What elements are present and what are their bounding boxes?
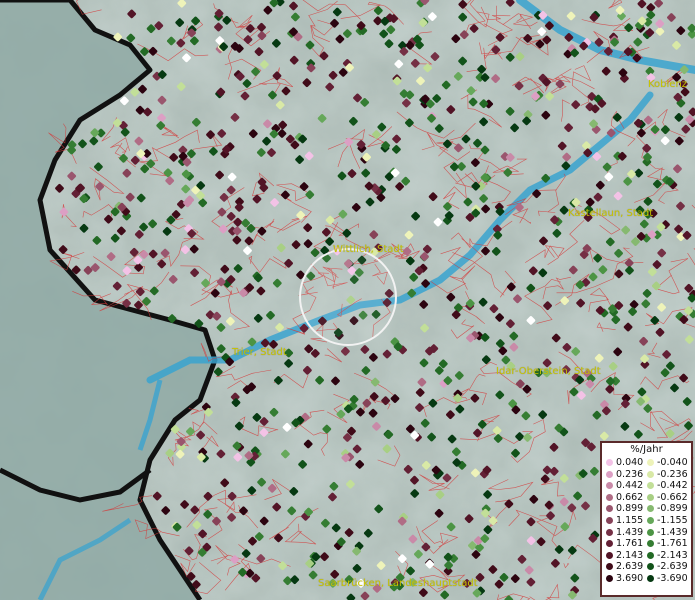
legend-row: 1.761 -1.761 — [602, 538, 691, 550]
legend-swatch-positive — [606, 574, 613, 582]
legend-swatch-positive — [606, 493, 613, 501]
legend-swatch-negative — [647, 528, 654, 536]
legend-row: 0.236 -0.236 — [602, 469, 691, 481]
legend-swatch-positive — [606, 563, 613, 571]
legend-swatch-positive — [606, 540, 613, 548]
legend-value-positive: 0.899 — [616, 503, 644, 515]
legend-value-negative: -0.662 — [657, 491, 688, 503]
city-label-idar-oberstein: Idar-Oberstein, Stadt — [496, 366, 601, 377]
legend-value-positive: 0.040 — [616, 457, 644, 468]
legend-value-negative: -0.236 — [657, 468, 688, 480]
legend-value-negative: -3.690 — [657, 572, 688, 584]
legend-swatch-negative — [647, 540, 654, 548]
legend-swatch-negative — [647, 482, 654, 490]
legend-value-positive: 2.143 — [616, 549, 644, 561]
legend-swatch-positive — [606, 505, 613, 513]
legend-swatch-positive — [606, 528, 613, 536]
legend-swatch-positive — [606, 516, 613, 524]
legend-swatch-negative — [647, 563, 654, 571]
city-label-kastellaun: Kastellaun, Stadt — [568, 208, 654, 219]
city-label-saarbruecken: Saarbrücken, Landeshauptstadt — [318, 578, 478, 589]
map-canvas — [0, 0, 695, 600]
legend-value-positive: 0.236 — [616, 468, 644, 480]
legend-value-positive: 0.662 — [616, 491, 644, 503]
legend-swatch-positive — [606, 459, 613, 466]
legend-row: 0.899 -0.899 — [602, 503, 691, 515]
legend-value-positive: 2.639 — [616, 561, 644, 573]
legend-title: %/Jahr — [630, 444, 663, 455]
legend-value-positive: 1.439 — [616, 526, 644, 538]
legend-swatch-negative — [647, 516, 654, 524]
legend-swatch-positive — [606, 470, 613, 478]
city-label-trier: Trier, Stadt — [232, 347, 287, 358]
legend: %/Jahr 0.040 -0.040 0.236 -0.236 0.442 -0.442… — [600, 441, 693, 597]
legend-swatch-negative — [647, 493, 654, 501]
legend-row: 1.439 -1.439 — [602, 527, 691, 539]
legend-swatch-negative — [647, 459, 654, 466]
legend-row: 1.155 -1.155 — [602, 515, 691, 527]
legend-value-negative: -0.899 — [657, 503, 688, 515]
legend-row: 3.690 -3.690 — [602, 573, 691, 585]
legend-value-negative: -2.143 — [657, 549, 688, 561]
legend-value-negative: -1.155 — [657, 514, 688, 526]
legend-value-negative: -0.040 — [657, 457, 688, 468]
legend-swatch-negative — [647, 551, 654, 559]
legend-value-positive: 1.761 — [616, 538, 644, 550]
legend-value-negative: -2.639 — [657, 561, 688, 573]
legend-swatch-positive — [606, 551, 613, 559]
legend-swatch-negative — [647, 505, 654, 513]
selection-circle — [299, 248, 397, 346]
city-label-koblenz: Koblenz — [648, 79, 688, 90]
legend-row: 0.662 -0.662 — [602, 492, 691, 504]
legend-value-negative: -1.439 — [657, 526, 688, 538]
legend-value-negative: -1.761 — [657, 538, 688, 550]
legend-swatch-negative — [647, 470, 654, 478]
legend-value-negative: -0.442 — [657, 480, 688, 492]
legend-row: 2.639 -2.639 — [602, 561, 691, 573]
legend-value-positive: 1.155 — [616, 514, 644, 526]
city-label-wittlich: Wittlich, Stadt — [333, 244, 404, 255]
legend-value-positive: 3.690 — [616, 572, 644, 584]
legend-value-positive: 0.442 — [616, 480, 644, 492]
legend-swatch-negative — [647, 574, 654, 582]
legend-row: 0.040 -0.040 — [602, 457, 691, 469]
legend-row: 0.442 -0.442 — [602, 480, 691, 492]
legend-row: 2.143 -2.143 — [602, 550, 691, 562]
map-view[interactable]: Koblenz Wittlich, Stadt Kastellaun, Stad… — [0, 0, 695, 600]
legend-swatch-positive — [606, 482, 613, 490]
